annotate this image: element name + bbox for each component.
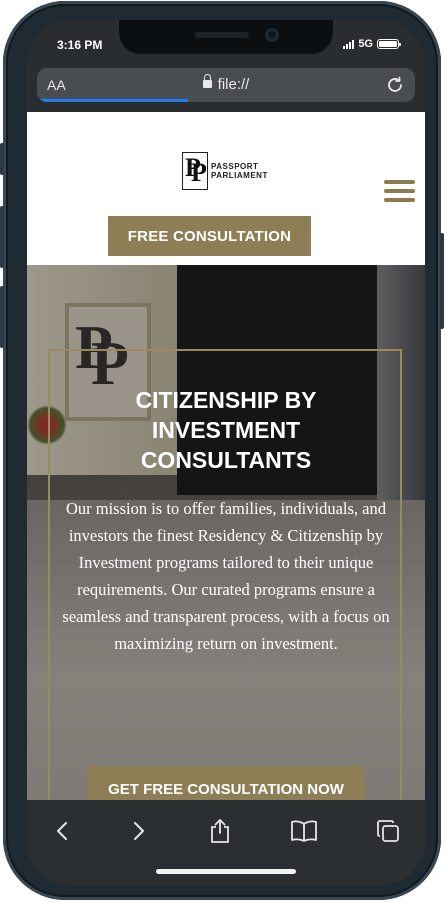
menu-icon[interactable] (384, 180, 415, 202)
power-button (440, 233, 444, 329)
hero-description: Our mission is to offer families, indivi… (62, 499, 390, 653)
home-indicator (156, 869, 296, 874)
battery-icon (377, 39, 401, 49)
phone-screen: 3:16 PM 5G AA file:// PP PASSPORT PARLIA… (27, 20, 425, 885)
speaker (195, 32, 249, 38)
volume-up-button (0, 206, 4, 268)
status-indicators: 5G (343, 38, 401, 50)
logo-line-2: PARLIAMENT (211, 171, 268, 180)
browser-toolbar (27, 800, 425, 885)
site-header: PP PASSPORT PARLIAMENT FREE CONSULTATION (27, 112, 425, 265)
reload-icon[interactable] (385, 75, 405, 100)
notch (119, 20, 333, 54)
mute-switch (0, 143, 4, 175)
hero-section: PP CITIZENSHIP BY INVESTMENT CONSULTANTS… (27, 265, 425, 800)
network-type: 5G (358, 38, 373, 50)
volume-down-button (0, 286, 4, 348)
load-progress-bar (37, 99, 189, 102)
site-logo[interactable]: PP PASSPORT PARLIAMENT (182, 152, 268, 190)
bookmarks-icon[interactable] (289, 816, 319, 846)
back-icon[interactable] (47, 816, 77, 846)
forward-icon[interactable] (124, 816, 154, 846)
get-free-consultation-button[interactable]: GET FREE CONSULTATION NOW (87, 766, 365, 800)
url-text: file:// (217, 76, 250, 93)
camera (265, 28, 279, 42)
web-page: PP PASSPORT PARLIAMENT FREE CONSULTATION… (27, 112, 425, 800)
status-time: 3:16 PM (57, 38, 103, 52)
tabs-icon[interactable] (373, 816, 403, 846)
hero-title: CITIZENSHIP BY INVESTMENT CONSULTANTS (135, 387, 317, 473)
logo-mark: PP (182, 152, 208, 190)
address-bar[interactable]: AA file:// (37, 68, 415, 102)
phone-frame: 3:16 PM 5G AA file:// PP PASSPORT PARLIA… (0, 1, 444, 900)
share-icon[interactable] (205, 816, 235, 846)
free-consultation-button[interactable]: FREE CONSULTATION (108, 216, 311, 256)
logo-wordmark: PASSPORT PARLIAMENT (211, 162, 268, 180)
url-display[interactable]: file:// (37, 74, 415, 93)
logo-line-1: PASSPORT (211, 162, 259, 171)
lock-icon (202, 74, 212, 88)
signal-icon (343, 39, 355, 49)
